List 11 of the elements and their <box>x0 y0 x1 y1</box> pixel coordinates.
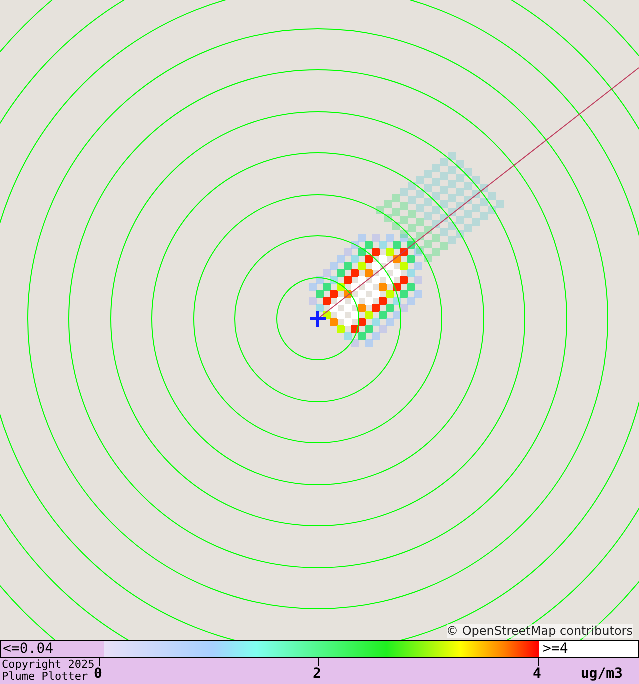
low-label: <=0.04 <box>2 641 55 657</box>
unit-label: ug/m3 <box>580 666 623 682</box>
scale-tick-label: 2 <box>313 666 322 682</box>
copyright-text: Copyright 2025 <box>2 659 95 671</box>
source-cross-icon <box>310 311 326 327</box>
map-placeholder[interactable]: © OpenStreetMap contributors <box>0 0 639 640</box>
scale-tick-label: 4 <box>533 666 542 682</box>
map-attribution: © OpenStreetMap contributors <box>446 624 633 638</box>
high-label: >=4 <box>539 641 638 657</box>
copyright-text: Plume Plotter <box>2 671 88 683</box>
scale-tick-label: 0 <box>94 666 102 682</box>
